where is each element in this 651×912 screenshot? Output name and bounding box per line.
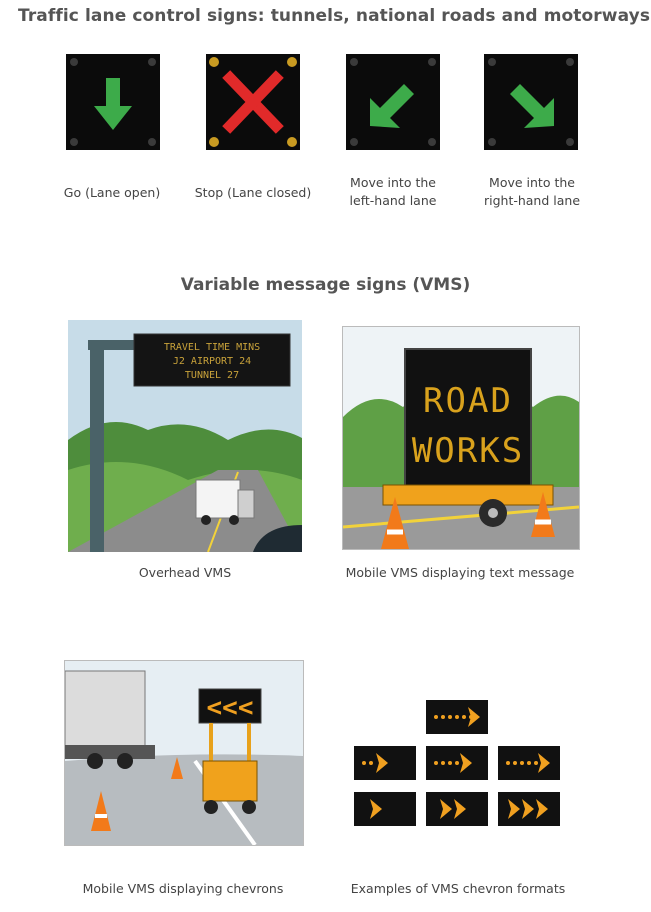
caption-move-right-line2: right-hand lane bbox=[483, 193, 581, 208]
go-lane-open-sign bbox=[66, 54, 160, 150]
down-arrow-green-icon bbox=[94, 78, 132, 130]
move-right-lane-sign bbox=[484, 54, 578, 150]
overhead-sign-line1: TRAVEL TIME MINS bbox=[164, 342, 260, 353]
caption-mobile-vms-chevrons: Mobile VMS displaying chevrons bbox=[82, 881, 284, 896]
mobile-vms-chevrons-illustration: <<< bbox=[64, 660, 304, 846]
down-left-arrow-green-icon bbox=[370, 84, 414, 128]
red-cross-icon bbox=[222, 70, 284, 134]
caption-move-right-line1: Move into the bbox=[489, 175, 575, 190]
down-right-arrow-green-icon bbox=[510, 84, 554, 128]
caption-move-left-line2: left-hand lane bbox=[349, 193, 437, 208]
caption-go-lane-open: Go (Lane open) bbox=[63, 185, 161, 200]
overhead-sign-line2: J2 AIRPORT 24 bbox=[173, 356, 251, 367]
overhead-vms-illustration: TRAVEL TIME MINS J2 AIRPORT 24 TUNNEL 27 bbox=[68, 320, 302, 552]
mobile-vms-text-illustration: ROAD WORKS bbox=[342, 326, 580, 550]
overhead-sign-line3: TUNNEL 27 bbox=[185, 370, 239, 381]
road-works-line2: WORKS bbox=[412, 431, 524, 471]
caption-move-left-line1: Move into the bbox=[350, 175, 436, 190]
caption-stop-lane-closed: Stop (Lane closed) bbox=[194, 185, 312, 200]
move-left-lane-sign bbox=[346, 54, 440, 150]
chevron-sign-text: <<< bbox=[207, 693, 254, 723]
lane-signs-heading: Traffic lane control signs: tunnels, nat… bbox=[18, 6, 651, 26]
caption-chevron-formats: Examples of VMS chevron formats bbox=[350, 881, 566, 896]
caption-overhead-vms: Overhead VMS bbox=[138, 565, 232, 580]
vms-heading: Variable message signs (VMS) bbox=[180, 275, 471, 295]
chevron-formats-illustration bbox=[352, 690, 582, 830]
road-works-line1: ROAD bbox=[423, 381, 513, 421]
caption-mobile-vms-text: Mobile VMS displaying text message bbox=[345, 565, 575, 580]
stop-lane-closed-sign bbox=[206, 54, 300, 150]
